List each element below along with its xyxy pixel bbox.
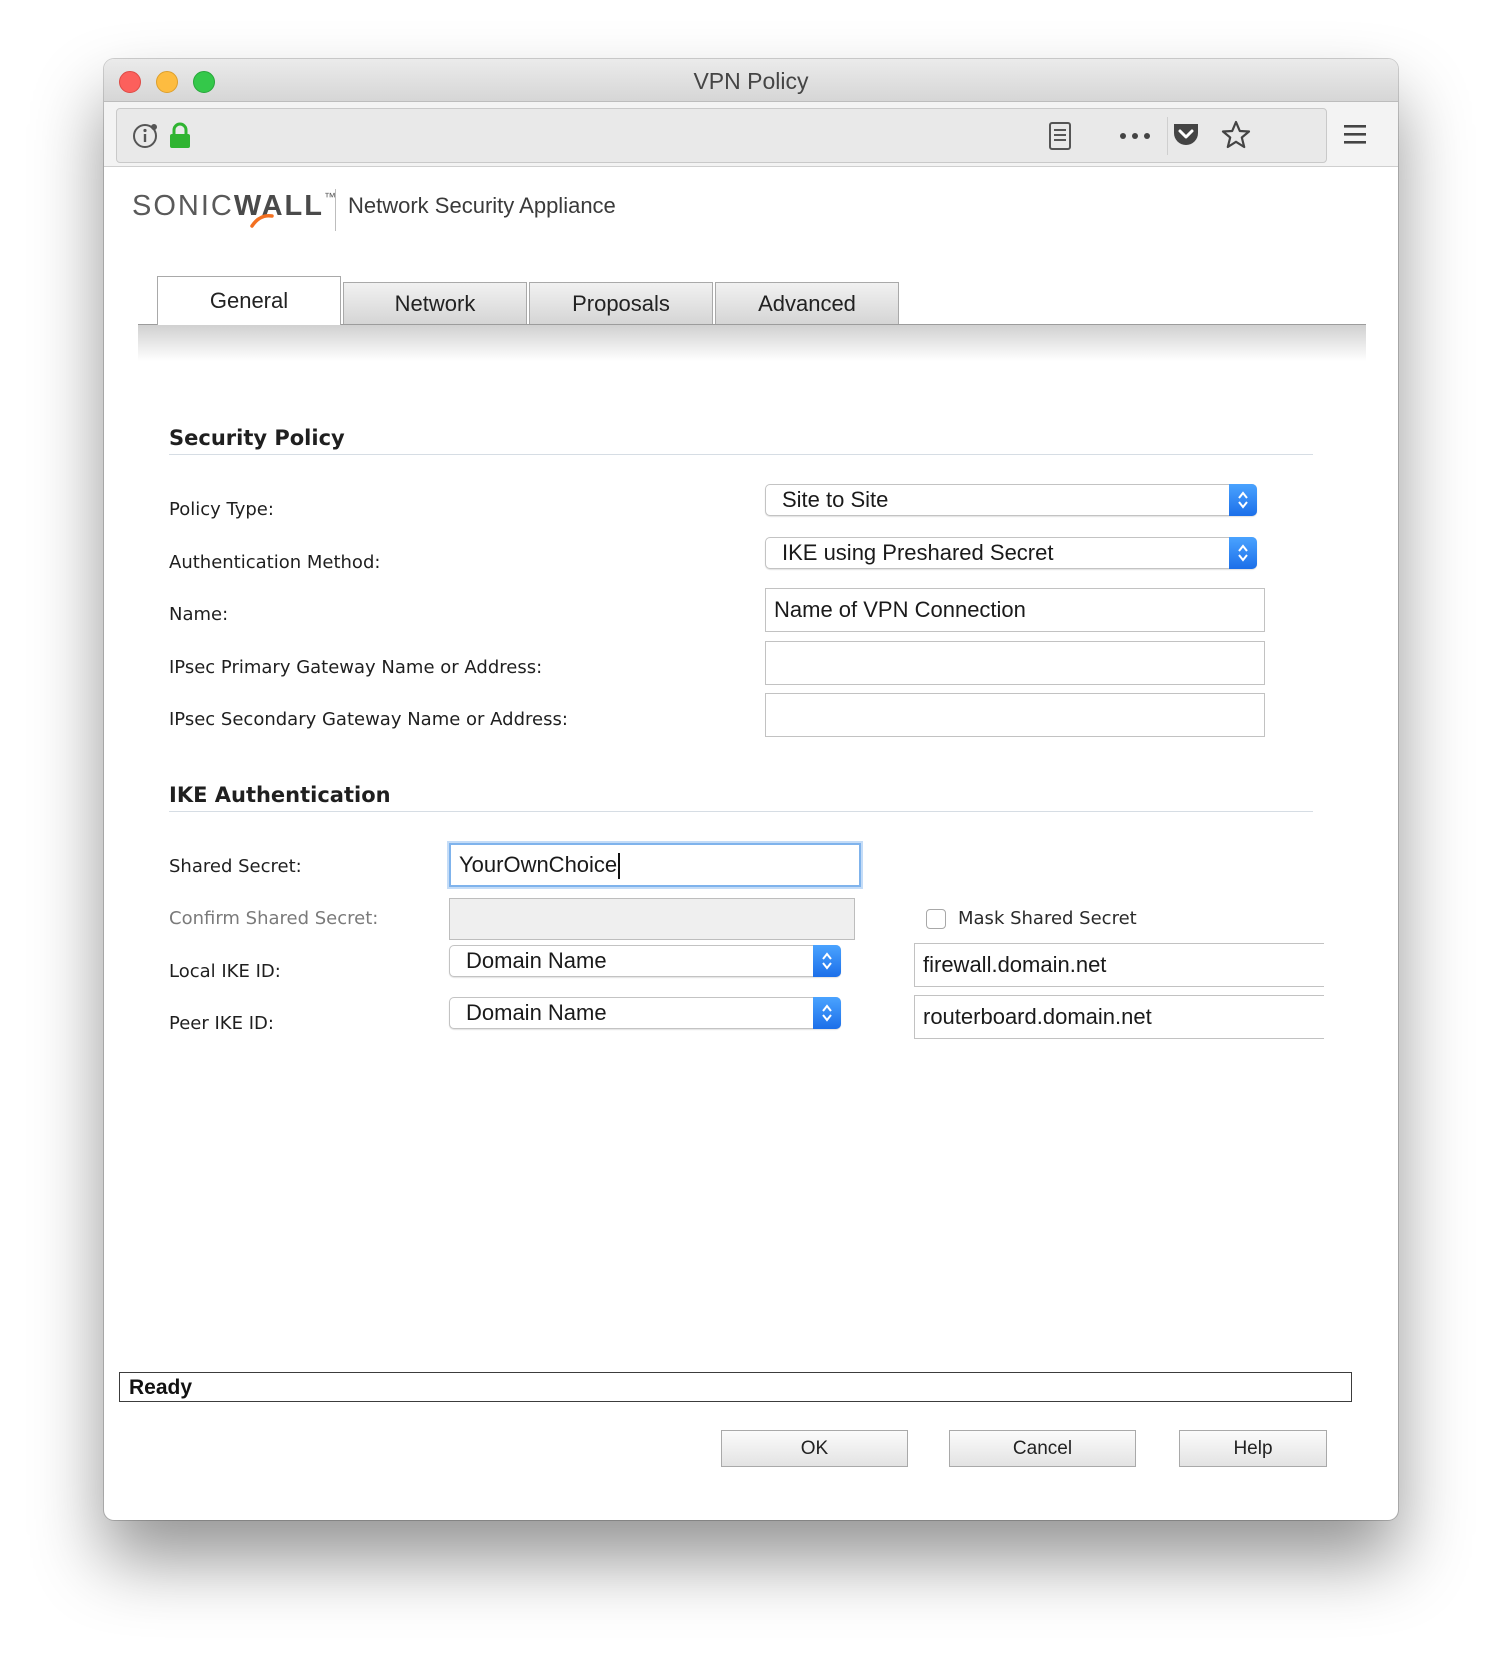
tab-network[interactable]: Network xyxy=(343,282,527,324)
peer-ike-id-type-value: Domain Name xyxy=(466,1000,607,1025)
more-icon[interactable] xyxy=(1117,121,1153,151)
select-arrows-icon xyxy=(1229,537,1257,569)
menu-icon[interactable] xyxy=(1340,119,1370,149)
info-icon[interactable] xyxy=(131,121,161,151)
logo-text-wall: WALL xyxy=(233,190,324,222)
auth-method-label: Authentication Method: xyxy=(169,552,381,573)
section-title-security-policy: Security Policy xyxy=(169,426,345,450)
tab-label: Advanced xyxy=(758,290,856,316)
peer-ike-id-input[interactable]: routerboard.domain.net xyxy=(914,995,1324,1039)
cancel-button[interactable]: Cancel xyxy=(949,1430,1136,1467)
section-divider xyxy=(169,454,1313,455)
tab-proposals[interactable]: Proposals xyxy=(529,282,713,324)
text-cursor xyxy=(618,853,620,880)
name-label: Name: xyxy=(169,604,229,625)
lock-icon[interactable] xyxy=(167,121,193,151)
tab-label: Proposals xyxy=(572,290,670,316)
local-ike-id-input[interactable]: firewall.domain.net xyxy=(914,943,1324,987)
tab-label: General xyxy=(209,288,289,313)
browser-toolbar xyxy=(104,102,1398,167)
policy-type-select[interactable]: Site to Site xyxy=(765,484,1257,516)
url-bar[interactable] xyxy=(116,108,1327,163)
peer-ike-id-type-select[interactable]: Domain Name xyxy=(449,997,841,1029)
logo-text-sonic: SONIC xyxy=(132,190,234,222)
title-bar: VPN Policy xyxy=(104,59,1398,102)
mask-secret-checkbox[interactable] xyxy=(926,909,946,929)
sonicwall-logo: SONICWALL™ xyxy=(132,190,338,228)
shared-secret-value: YourOwnChoice xyxy=(459,852,618,877)
tab-advanced[interactable]: Advanced xyxy=(715,282,899,324)
status-bar: Ready xyxy=(119,1372,1352,1402)
tab-label: Network xyxy=(394,290,476,316)
help-button[interactable]: Help xyxy=(1179,1430,1327,1467)
policy-type-label: Policy Type: xyxy=(169,499,274,520)
help-button-label: Help xyxy=(1233,1437,1273,1459)
local-ike-id-type-value: Domain Name xyxy=(466,948,607,973)
local-ike-id-label: Local IKE ID: xyxy=(169,961,281,982)
select-arrows-icon xyxy=(813,945,841,977)
toolbar-separator xyxy=(1167,117,1168,155)
peer-ike-id-label: Peer IKE ID: xyxy=(169,1013,274,1034)
logo-swoosh-icon xyxy=(250,213,274,228)
secondary-gateway-label: IPsec Secondary Gateway Name or Address: xyxy=(169,709,568,730)
tab-strip-shade xyxy=(138,325,1366,361)
local-ike-id-type-select[interactable]: Domain Name xyxy=(449,945,841,977)
reader-view-icon[interactable] xyxy=(1045,121,1075,151)
ok-button[interactable]: OK xyxy=(721,1430,908,1467)
header-divider xyxy=(335,189,336,231)
bookmark-star-icon[interactable] xyxy=(1219,118,1253,152)
select-arrows-icon xyxy=(813,997,841,1029)
primary-gateway-input[interactable] xyxy=(765,641,1265,685)
primary-gateway-label: IPsec Primary Gateway Name or Address: xyxy=(169,657,543,678)
auth-method-select[interactable]: IKE using Preshared Secret xyxy=(765,537,1257,569)
mask-secret-label: Mask Shared Secret xyxy=(958,908,1137,929)
section-divider xyxy=(169,811,1313,812)
shared-secret-input[interactable]: YourOwnChoice xyxy=(449,843,861,887)
tab-general[interactable]: General xyxy=(157,276,341,325)
auth-method-value: IKE using Preshared Secret xyxy=(782,540,1054,565)
pocket-icon[interactable] xyxy=(1169,119,1203,151)
vpn-policy-window: VPN Policy SONICWALL™ Network Security A… xyxy=(104,59,1398,1520)
confirm-secret-label: Confirm Shared Secret: xyxy=(169,908,379,929)
shared-secret-label: Shared Secret: xyxy=(169,856,302,877)
secondary-gateway-input[interactable] xyxy=(765,693,1265,737)
ok-button-label: OK xyxy=(800,1437,829,1459)
policy-type-value: Site to Site xyxy=(782,487,889,512)
product-name: Network Security Appliance xyxy=(348,193,616,218)
cancel-button-label: Cancel xyxy=(1012,1437,1073,1459)
confirm-secret-input[interactable] xyxy=(449,898,855,940)
name-input[interactable]: Name of VPN Connection xyxy=(765,588,1265,632)
section-title-ike-authentication: IKE Authentication xyxy=(169,783,391,807)
select-arrows-icon xyxy=(1229,484,1257,516)
window-title: VPN Policy xyxy=(693,68,809,94)
